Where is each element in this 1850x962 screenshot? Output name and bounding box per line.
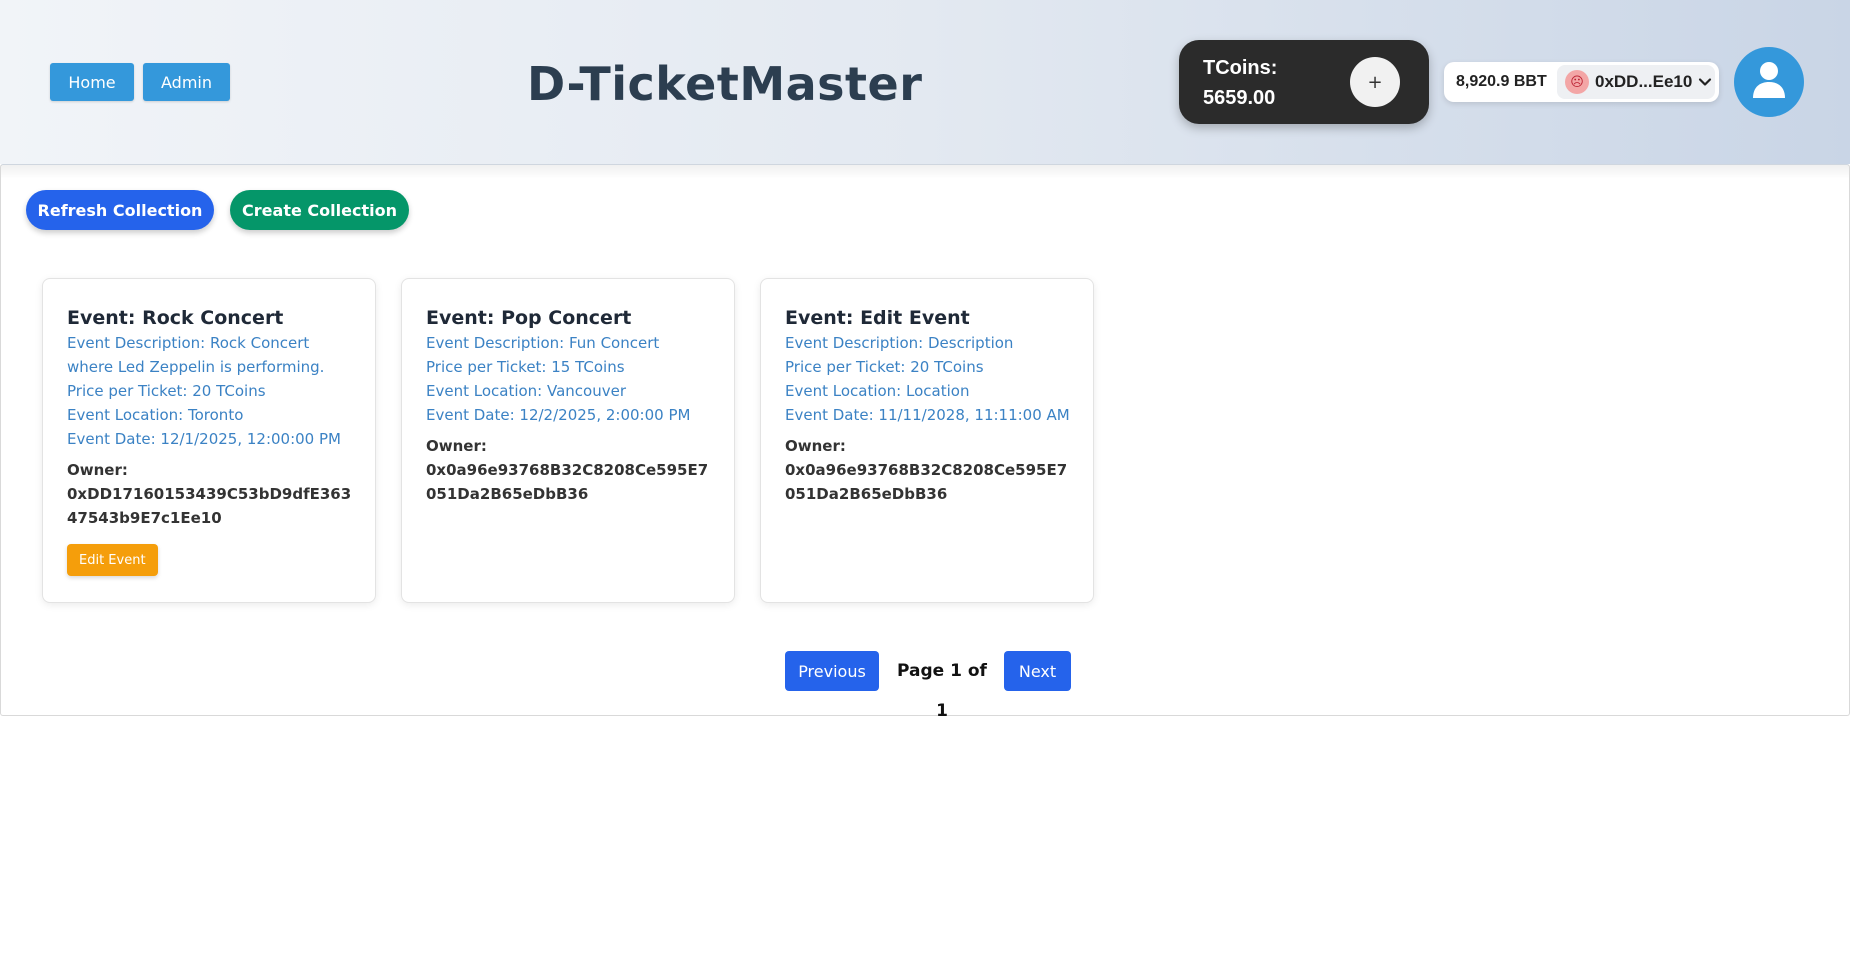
event-location: Event Location: Location bbox=[785, 382, 970, 400]
event-owner-address: 0xDD17160153439C53bD9dfE36347543b9E7c1Ee… bbox=[67, 485, 352, 527]
event-location: Event Location: Vancouver bbox=[426, 382, 627, 400]
create-collection-button[interactable]: Create Collection bbox=[230, 190, 409, 230]
wallet-connect[interactable]: 8,920.9 BBT ☹ 0xDD...Ee10 bbox=[1444, 62, 1719, 102]
event-title: Event: Rock Concert bbox=[67, 307, 284, 329]
home-button[interactable]: Home bbox=[50, 63, 134, 101]
event-price: Price per Ticket: 20 TCoins bbox=[67, 382, 266, 400]
admin-button[interactable]: Admin bbox=[143, 63, 230, 101]
refresh-collection-button[interactable]: Refresh Collection bbox=[26, 190, 214, 230]
wallet-avatar-icon: ☹ bbox=[1565, 70, 1589, 94]
edit-event-button[interactable]: Edit Event bbox=[67, 544, 158, 576]
collection-panel: Refresh Collection Create Collection Eve… bbox=[0, 164, 1850, 721]
event-description: Event Description: Fun Concert bbox=[426, 334, 660, 352]
event-owner-label: Owner: bbox=[426, 437, 487, 455]
tcoins-value: 5659.00 bbox=[1203, 87, 1276, 109]
event-card: Event: Pop Concert Event Description: Fu… bbox=[401, 278, 735, 603]
event-description: Event Description: Description bbox=[785, 334, 1014, 352]
event-price: Price per Ticket: 20 TCoins bbox=[785, 358, 984, 376]
event-card: Event: Rock Concert Event Description: R… bbox=[42, 278, 376, 603]
event-date: Event Date: 12/1/2025, 12:00:00 PM bbox=[67, 430, 341, 448]
chevron-down-icon bbox=[1698, 65, 1712, 99]
page-indicator: Page 1 of 1 bbox=[897, 661, 987, 721]
app-header: Home Admin D-TicketMaster TCoins: 5659.0… bbox=[0, 0, 1850, 164]
wallet-account-button[interactable]: ☹ 0xDD...Ee10 bbox=[1557, 65, 1715, 99]
event-description: Event Description: Rock Concert where Le… bbox=[67, 334, 325, 376]
tcoins-balance: TCoins: 5659.00 bbox=[1203, 53, 1333, 113]
event-price: Price per Ticket: 15 TCoins bbox=[426, 358, 625, 376]
wallet-balance: 8,920.9 BBT bbox=[1456, 73, 1547, 90]
tcoins-widget: TCoins: 5659.00 + bbox=[1179, 40, 1429, 124]
event-owner-label: Owner: bbox=[785, 437, 846, 455]
event-date: Event Date: 12/2/2025, 2:00:00 PM bbox=[426, 406, 691, 424]
event-location: Event Location: Toronto bbox=[67, 406, 244, 424]
add-tcoins-button[interactable]: + bbox=[1350, 57, 1400, 107]
user-icon bbox=[1752, 61, 1786, 103]
event-title: Event: Pop Concert bbox=[426, 307, 632, 329]
next-page-button[interactable]: Next bbox=[1004, 651, 1071, 691]
tcoins-label: TCoins: bbox=[1203, 57, 1278, 79]
event-title: Event: Edit Event bbox=[785, 307, 970, 329]
event-card: Event: Edit Event Event Description: Des… bbox=[760, 278, 1094, 603]
site-title: D-TicketMaster bbox=[527, 57, 923, 111]
event-owner-label: Owner: bbox=[67, 461, 128, 479]
user-profile-button[interactable] bbox=[1734, 47, 1804, 117]
event-date: Event Date: 11/11/2028, 11:11:00 AM bbox=[785, 406, 1070, 424]
event-owner-address: 0x0a96e93768B32C8208Ce595E7051Da2B65eDbB… bbox=[785, 461, 1068, 503]
wallet-address: 0xDD...Ee10 bbox=[1595, 72, 1693, 91]
event-owner-address: 0x0a96e93768B32C8208Ce595E7051Da2B65eDbB… bbox=[426, 461, 709, 503]
previous-page-button[interactable]: Previous bbox=[785, 651, 879, 691]
